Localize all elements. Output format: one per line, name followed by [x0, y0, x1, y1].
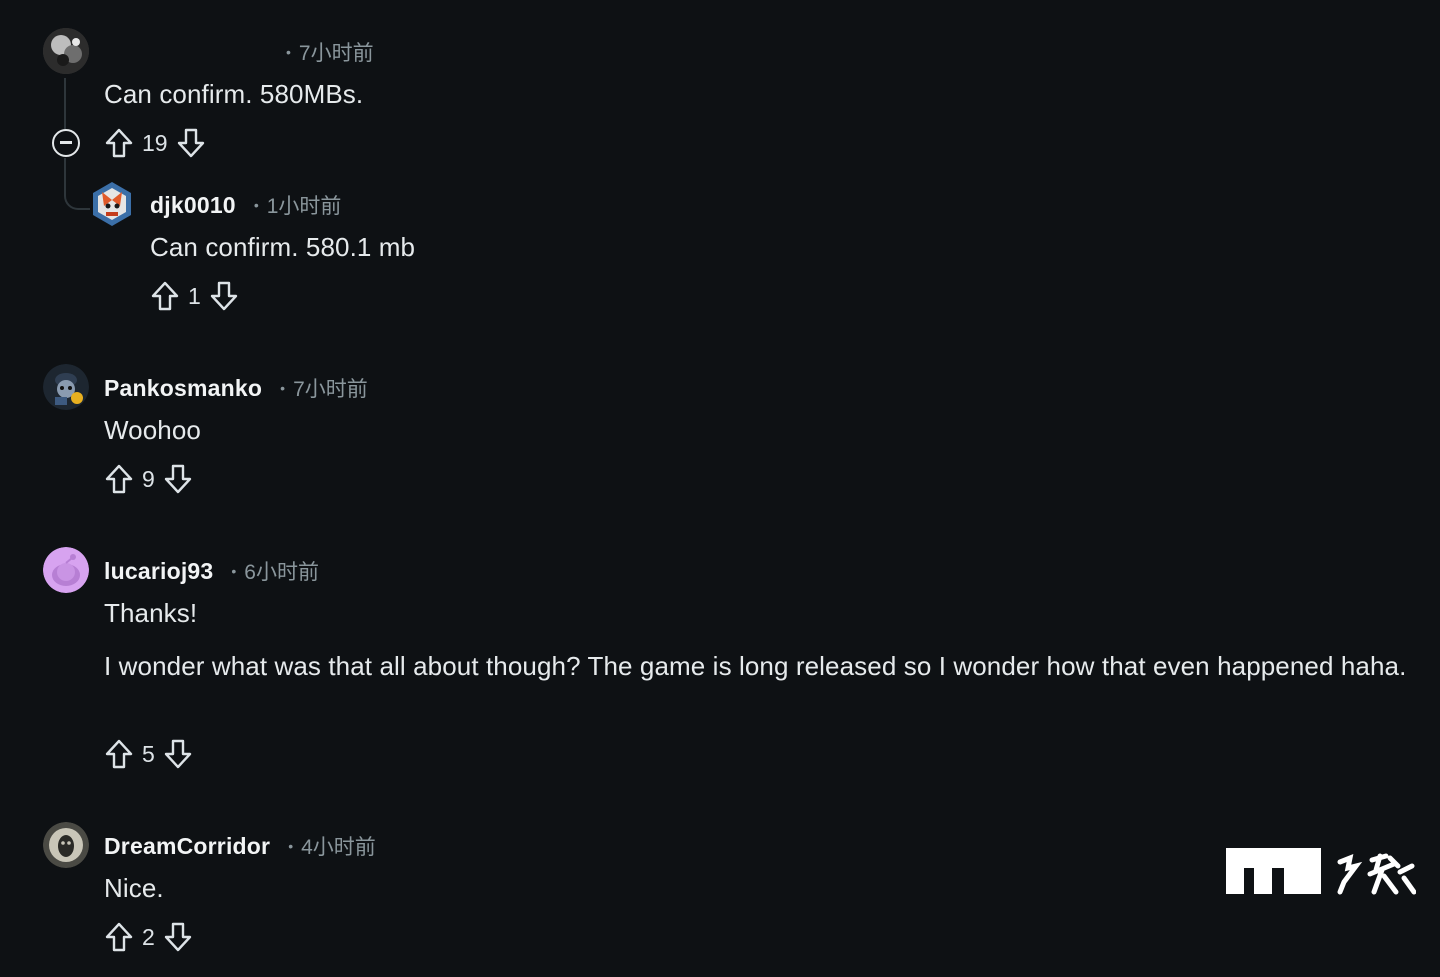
upvote-arrow-icon[interactable] [104, 738, 134, 770]
username[interactable]: Pankosmanko [104, 375, 262, 402]
comment-body: Woohoo [104, 415, 201, 445]
logo-glyphs [1337, 853, 1416, 895]
vote-bar: 19 [104, 126, 206, 160]
separator-dot: • [288, 838, 294, 854]
upvote-arrow-icon[interactable] [104, 127, 134, 159]
upvote-arrow-icon[interactable] [104, 463, 134, 495]
timestamp[interactable]: 6小时前 [244, 556, 319, 586]
vote-bar: 5 [104, 737, 193, 771]
vote-count: 5 [142, 740, 155, 767]
separator-dot: • [280, 380, 286, 396]
downvote-arrow-icon[interactable] [176, 127, 206, 159]
vote-count: 1 [188, 282, 201, 309]
vote-bar: 1 [150, 279, 239, 313]
thread-branch [64, 180, 90, 210]
comment-meta: djk0010 • 1小时前 [150, 190, 341, 220]
comment-meta: DreamCorridor • 4小时前 [104, 831, 376, 861]
timestamp[interactable]: 7小时前 [299, 37, 374, 67]
comment-body: I wonder what was that all about though?… [104, 651, 1407, 681]
comment-body: Nice. [104, 873, 164, 903]
timestamp[interactable]: 1小时前 [267, 190, 342, 220]
downvote-arrow-icon[interactable] [163, 921, 193, 953]
separator-dot: • [286, 44, 291, 60]
comment-body: Can confirm. 580MBs. [104, 79, 364, 109]
username[interactable]: djk0010 [150, 192, 236, 219]
vote-count: 2 [142, 923, 155, 950]
avatar[interactable] [43, 28, 89, 74]
avatar[interactable] [90, 180, 134, 228]
watermark-logo [1226, 848, 1416, 898]
avatar[interactable] [43, 822, 89, 868]
vote-count: 9 [142, 465, 155, 492]
upvote-arrow-icon[interactable] [104, 921, 134, 953]
comment-body: Thanks! [104, 598, 198, 628]
vote-count: 19 [142, 129, 168, 156]
comment-meta: • 7小时前 [104, 37, 374, 67]
downvote-arrow-icon[interactable] [163, 738, 193, 770]
avatar[interactable] [43, 364, 89, 410]
vote-bar: 2 [104, 920, 193, 954]
comment-body: Can confirm. 580.1 mb [150, 232, 416, 262]
collapse-thread-icon[interactable] [52, 129, 80, 157]
timestamp[interactable]: 4小时前 [301, 831, 376, 861]
timestamp[interactable]: 7小时前 [293, 373, 368, 403]
downvote-arrow-icon[interactable] [209, 280, 239, 312]
separator-dot: • [253, 197, 259, 213]
username[interactable]: DreamCorridor [104, 833, 270, 860]
downvote-arrow-icon[interactable] [163, 463, 193, 495]
avatar[interactable] [43, 547, 89, 593]
upvote-arrow-icon[interactable] [150, 280, 180, 312]
comment-meta: Pankosmanko • 7小时前 [104, 373, 368, 403]
logo-mark [1226, 848, 1321, 894]
username[interactable]: lucarioj93 [104, 558, 213, 585]
comment-meta: lucarioj93 • 6小时前 [104, 556, 319, 586]
thread-line [64, 78, 66, 130]
vote-bar: 9 [104, 462, 193, 496]
separator-dot: • [231, 563, 237, 579]
